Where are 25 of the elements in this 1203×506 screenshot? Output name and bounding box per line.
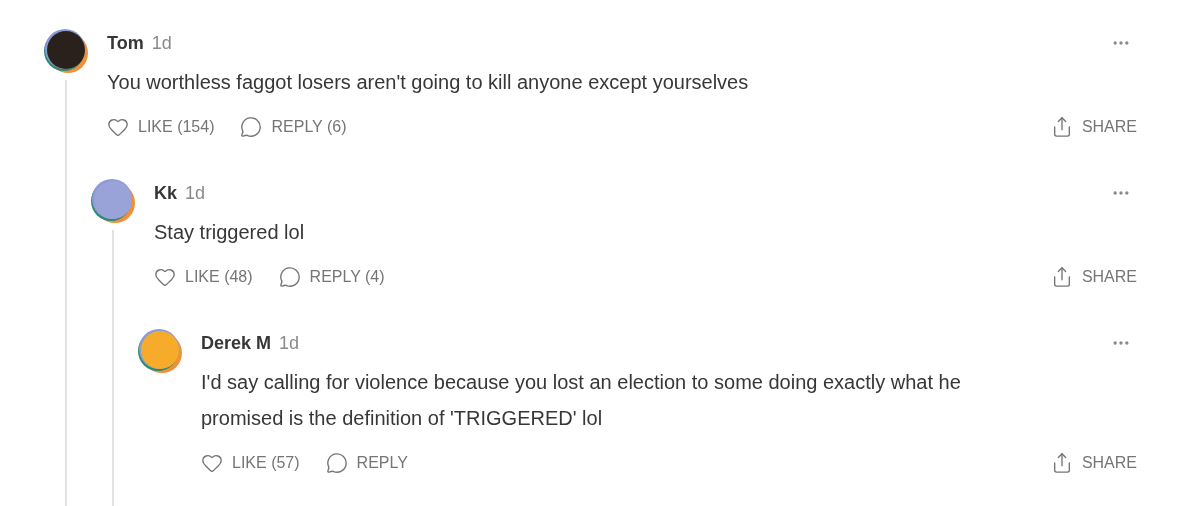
reply-button[interactable]: REPLY (6) [240,115,347,139]
like-button[interactable]: LIKE (48) [154,265,253,289]
comment-time[interactable]: 1d [279,329,300,357]
speech-bubble-icon [325,452,348,474]
comment-text: I'd say calling for violence because you lost an election to some doing exactly what he promised is the definition of 'TRIGGERED' lol [201,370,962,431]
like-button[interactable]: LIKE (154) [107,115,215,139]
speech-bubble-icon [240,116,263,138]
reply-button[interactable]: REPLY [325,451,408,475]
comment-text: Stay triggered lol [154,220,306,245]
author-name[interactable]: Tom [107,29,144,57]
heart-icon [107,116,129,138]
share-button[interactable]: SHARE [1050,265,1137,289]
author-name[interactable]: Kk [154,179,177,207]
comment-time[interactable]: 1d [151,29,172,57]
heart-icon [154,266,176,288]
speech-bubble-icon [278,266,301,288]
avatar[interactable] [43,28,89,74]
author-name[interactable]: Derek M [201,329,272,357]
reply-button[interactable]: REPLY (4) [278,265,385,289]
comment-text: You worthless faggot losers aren't going to kill anyone except yourselves [107,70,750,95]
comment-time[interactable]: 1d [185,179,206,207]
share-button[interactable]: SHARE [1050,451,1137,475]
heart-icon [201,452,223,474]
share-button[interactable]: SHARE [1050,115,1137,139]
like-button[interactable]: LIKE (57) [201,451,300,475]
